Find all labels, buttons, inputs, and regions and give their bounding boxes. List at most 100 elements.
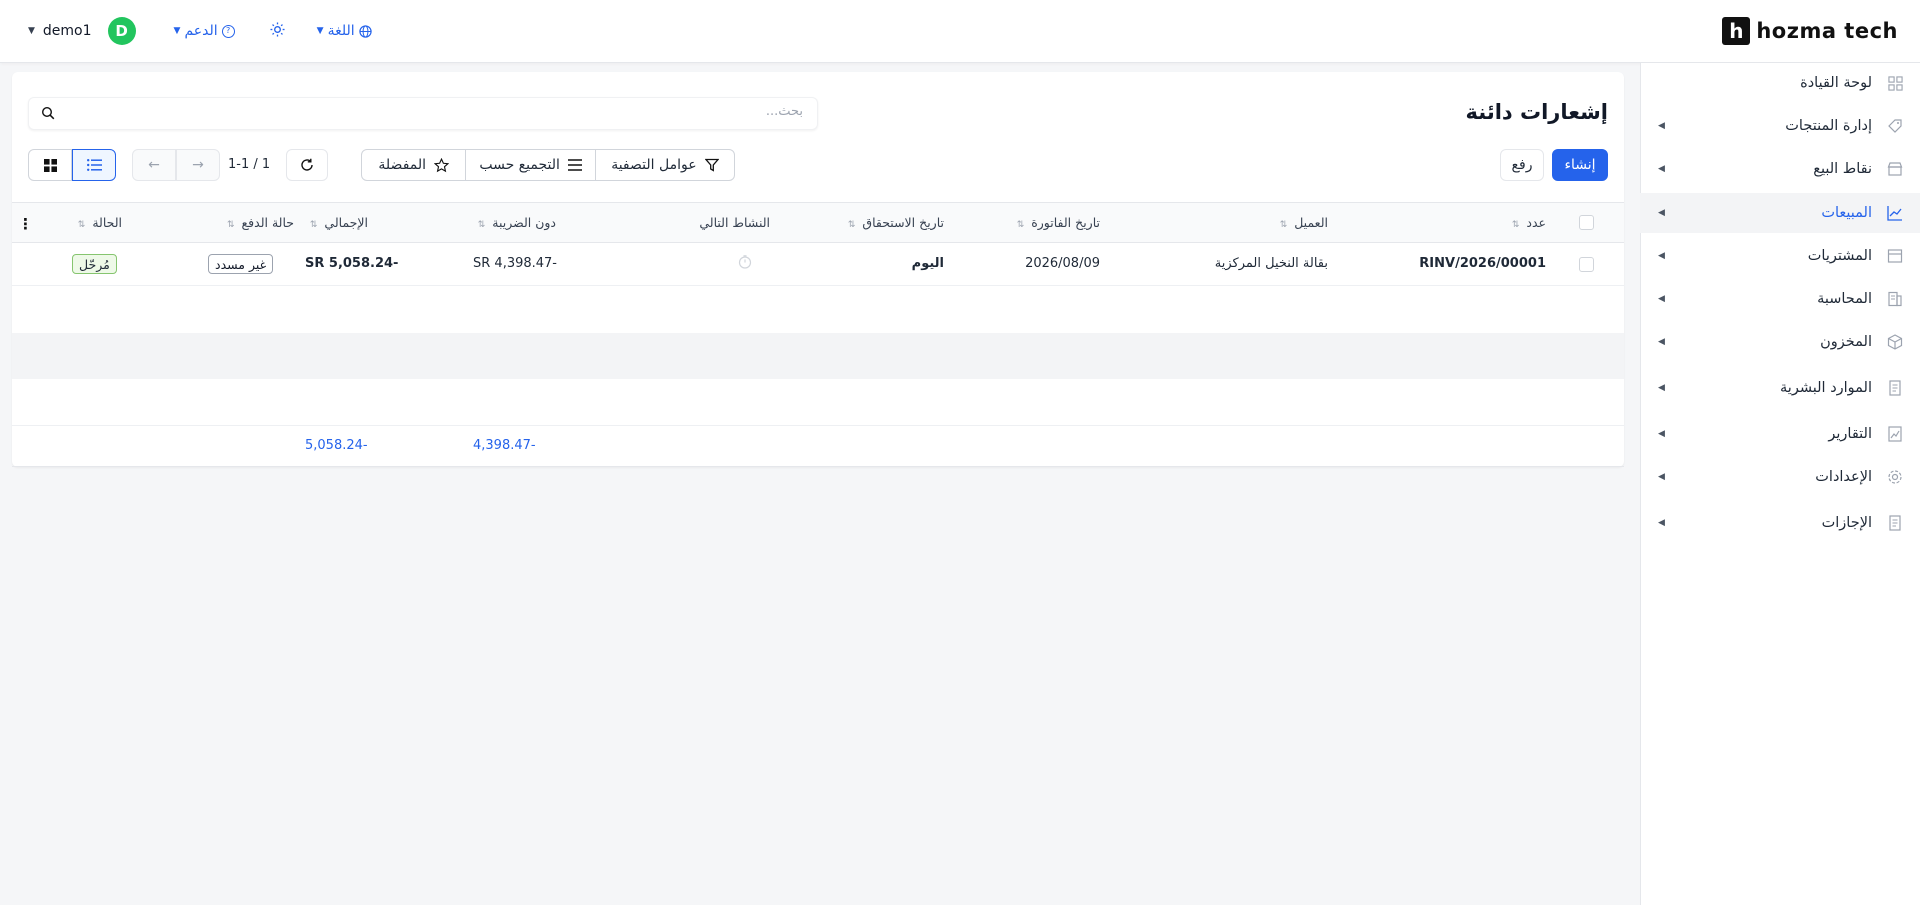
list-view-button[interactable] [72,149,116,181]
logo-mark-icon: h [1722,17,1751,45]
sidebar-item-label: المخزون [1820,334,1872,350]
column-header-untaxed[interactable]: دون الضريبة ⇅ [478,215,556,230]
sort-icon: ⇅ [847,220,856,230]
sidebar-item-dashboard[interactable]: لوحة القيادة [1640,63,1920,103]
top-bar: h hozma tech ▼ demo1 D ▼ الدعم ? ▼ اللغة [0,0,1920,63]
empty-row [12,333,1624,379]
report-icon [1886,425,1904,443]
sidebar-item-label: المبيعات [1821,205,1872,221]
cell-total: SR 5,058.24- [305,256,399,271]
column-label: تاريخ الاستحقاق [862,215,944,230]
sort-icon: ⇅ [77,220,86,230]
favorites-button[interactable]: المفضلة [362,150,465,180]
sidebar-item-label: الإعدادات [1815,469,1872,485]
sidebar-item-reports[interactable]: التقارير ◀ [1640,414,1920,454]
table-header: عدد ⇅ العميل ⇅ تاريخ الفاتورة ⇅ تاريخ ال… [12,202,1624,243]
column-header-next-activity[interactable]: النشاط التالي [699,215,770,230]
search-icon[interactable] [41,106,55,120]
sidebar-item-hr[interactable]: الموارد البشرية ◀ [1640,368,1920,408]
help-icon: ? [221,24,235,38]
expand-arrow-icon: ◀ [1658,121,1665,131]
column-label: النشاط التالي [699,215,770,230]
next-page-button[interactable]: → [176,149,220,181]
expand-arrow-icon: ◀ [1658,383,1665,393]
expand-arrow-icon: ◀ [1658,208,1665,218]
sort-icon: ⇅ [1016,220,1025,230]
sidebar-item-purchases[interactable]: المشتريات ◀ [1640,236,1920,276]
cell-due-date: اليوم [911,256,944,271]
table-row[interactable]: RINV/2026/00001 بقالة النخيل المركزية 20… [12,243,1624,286]
star-icon [434,157,450,172]
cell-untaxed: SR 4,398.47- [473,256,557,271]
column-label: عدد [1526,215,1546,230]
sidebar-item-label: المحاسبة [1817,291,1872,307]
sidebar-item-label: لوحة القيادة [1800,75,1872,91]
support-menu[interactable]: ▼ الدعم ? [174,23,235,39]
table-totals-row: 4,398.47- 5,058.24- [12,425,1624,467]
chart-line-icon [1886,204,1904,222]
column-header-number[interactable]: عدد ⇅ [1512,215,1546,230]
column-label: الحالة [92,215,122,230]
dashboard-icon [1886,74,1904,92]
language-label: اللغة [327,23,355,39]
column-options-icon[interactable]: ⋮ [18,215,33,233]
search-input[interactable] [103,104,803,119]
sidebar-item-pos[interactable]: نقاط البيع ◀ [1640,149,1920,189]
activity-clock-icon[interactable] [738,255,752,273]
column-header-customer[interactable]: العميل ⇅ [1280,215,1328,230]
column-label: تاريخ الفاتورة [1031,215,1100,230]
document-icon [1886,514,1904,532]
sidebar-item-accounting[interactable]: المحاسبة ◀ [1640,279,1920,319]
sort-icon: ⇅ [226,220,235,230]
upload-button[interactable]: رفع [1500,149,1544,181]
brand-name: hozma tech [1756,19,1898,43]
support-label: الدعم [184,23,218,39]
row-checkbox[interactable] [1579,257,1594,272]
theme-toggle[interactable] [270,21,285,41]
chevron-down-icon: ▼ [316,26,324,36]
status-badge: مُرحّل [72,254,117,274]
sidebar-item-inventory[interactable]: المخزون ◀ [1640,322,1920,362]
user-menu[interactable]: ▼ demo1 D [28,17,136,45]
column-header-total[interactable]: الإجمالي ⇅ [310,215,368,230]
column-header-due-date[interactable]: تاريخ الاستحقاق ⇅ [848,215,944,230]
sort-icon: ⇅ [1279,220,1288,230]
document-icon [1886,379,1904,397]
sidebar-item-sales[interactable]: المبيعات ◀ [1640,193,1920,233]
filters-button[interactable]: عوامل التصفية [594,150,734,180]
refresh-button[interactable] [286,149,328,181]
groupby-button[interactable]: التجميع حسب [465,150,594,180]
cell-invoice-date: 2026/08/09 [1025,256,1100,271]
view-switcher [28,149,116,181]
total-untaxed: 4,398.47- [473,438,536,453]
column-header-status[interactable]: الحالة ⇅ [78,215,122,230]
list-view-icon [86,159,102,171]
sidebar-item-settings[interactable]: الإعدادات ◀ [1640,457,1920,497]
empty-row [12,287,1624,333]
cube-icon [1886,333,1904,351]
column-label: العميل [1294,215,1328,230]
previous-page-button[interactable]: ← [132,149,176,181]
language-menu[interactable]: ▼ اللغة [317,23,372,39]
column-header-payment-state[interactable]: حالة الدفع ⇅ [227,215,294,230]
sidebar-item-label: الإجازات [1821,515,1872,531]
filter-icon [704,158,719,172]
column-header-invoice-date[interactable]: تاريخ الفاتورة ⇅ [1017,215,1100,230]
select-all-checkbox[interactable] [1579,215,1594,230]
create-button[interactable]: إنشاء [1552,149,1608,181]
sidebar-item-products[interactable]: إدارة المنتجات ◀ [1640,106,1920,146]
sidebar-item-label: نقاط البيع [1813,161,1872,177]
pager-value[interactable]: 1-1 / 1 [228,157,270,172]
sidebar-item-leaves[interactable]: الإجازات ◀ [1640,503,1920,543]
expand-arrow-icon: ◀ [1658,429,1665,439]
sidebar-item-label: إدارة المنتجات [1785,118,1872,134]
column-label: حالة الدفع [241,215,295,230]
list-icon [567,159,582,171]
kanban-view-button[interactable] [28,149,72,181]
empty-row [12,379,1624,425]
favorites-label: المفضلة [378,157,427,173]
box-icon [1886,247,1904,265]
brand-logo[interactable]: h hozma tech [1722,17,1898,45]
sort-icon: ⇅ [477,220,486,230]
refresh-icon [301,158,313,171]
